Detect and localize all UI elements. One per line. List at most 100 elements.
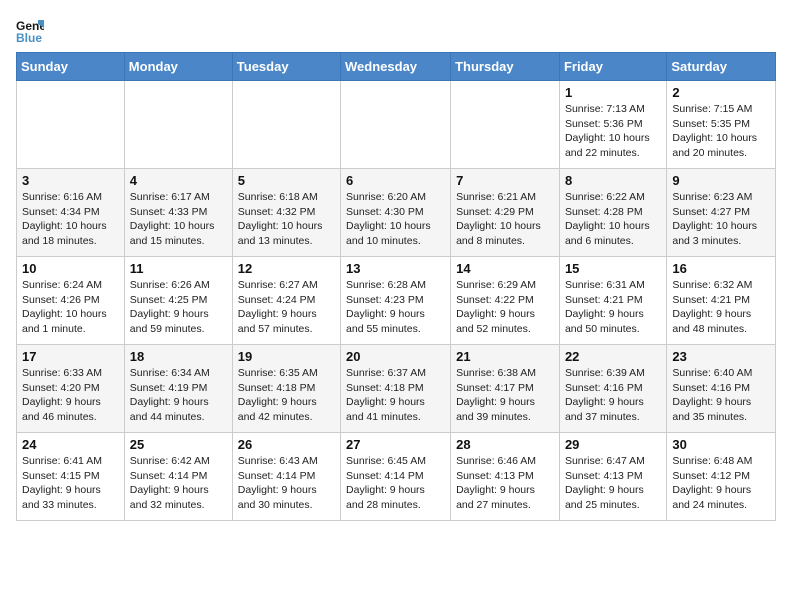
day-info: Sunrise: 6:29 AM Sunset: 4:22 PM Dayligh…: [456, 278, 554, 337]
day-number: 19: [238, 349, 335, 364]
logo: General Blue: [16, 16, 48, 44]
day-number: 5: [238, 173, 335, 188]
day-info: Sunrise: 6:42 AM Sunset: 4:14 PM Dayligh…: [130, 454, 227, 513]
day-info: Sunrise: 6:35 AM Sunset: 4:18 PM Dayligh…: [238, 366, 335, 425]
calendar-cell: 15 Sunrise: 6:31 AM Sunset: 4:21 PM Dayli…: [559, 257, 666, 345]
day-number: 12: [238, 261, 335, 276]
day-info: Sunrise: 6:37 AM Sunset: 4:18 PM Dayligh…: [346, 366, 445, 425]
calendar-table: SundayMondayTuesdayWednesdayThursdayFrid…: [16, 52, 776, 521]
calendar-cell: 4Sunrise: 6:17 AM Sunset: 4:33 PM Daylig…: [124, 169, 232, 257]
day-number: 26: [238, 437, 335, 452]
day-info: Sunrise: 6:17 AM Sunset: 4:33 PM Dayligh…: [130, 190, 227, 249]
calendar-week-row: 10 Sunrise: 6:24 AM Sunset: 4:26 PM Dayli…: [17, 257, 776, 345]
calendar-header: SundayMondayTuesdayWednesdayThursdayFrid…: [17, 53, 776, 81]
calendar-cell: 5 Sunrise: 6:18 AM Sunset: 4:32 PM Daylig…: [232, 169, 340, 257]
day-info: Sunrise: 6:31 AM Sunset: 4:21 PM Dayligh…: [565, 278, 661, 337]
calendar-cell: 24 Sunrise: 6:41 AM Sunset: 4:15 PM Dayli…: [17, 433, 125, 521]
day-number: 13: [346, 261, 445, 276]
calendar-cell: 13 Sunrise: 6:28 AM Sunset: 4:23 PM Dayli…: [341, 257, 451, 345]
calendar-cell: 22Sunrise: 6:39 AM Sunset: 4:16 PM Dayli…: [559, 345, 666, 433]
day-info: Sunrise: 6:43 AM Sunset: 4:14 PM Dayligh…: [238, 454, 335, 513]
day-info: Sunrise: 6:18 AM Sunset: 4:32 PM Dayligh…: [238, 190, 335, 249]
calendar-week-row: 17Sunrise: 6:33 AM Sunset: 4:20 PM Dayli…: [17, 345, 776, 433]
calendar-cell: [232, 81, 340, 169]
page-header: General Blue: [16, 16, 776, 44]
calendar-cell: 20Sunrise: 6:37 AM Sunset: 4:18 PM Dayli…: [341, 345, 451, 433]
calendar-cell: 14 Sunrise: 6:29 AM Sunset: 4:22 PM Dayli…: [451, 257, 560, 345]
day-info: Sunrise: 6:27 AM Sunset: 4:24 PM Dayligh…: [238, 278, 335, 337]
calendar-cell: 2Sunrise: 7:15 AM Sunset: 5:35 PM Daylig…: [667, 81, 776, 169]
weekday-header-friday: Friday: [559, 53, 666, 81]
day-info: Sunrise: 6:47 AM Sunset: 4:13 PM Dayligh…: [565, 454, 661, 513]
calendar-cell: 30 Sunrise: 6:48 AM Sunset: 4:12 PM Dayli…: [667, 433, 776, 521]
day-info: Sunrise: 6:46 AM Sunset: 4:13 PM Dayligh…: [456, 454, 554, 513]
weekday-header-row: SundayMondayTuesdayWednesdayThursdayFrid…: [17, 53, 776, 81]
weekday-header-sunday: Sunday: [17, 53, 125, 81]
day-number: 14: [456, 261, 554, 276]
day-number: 18: [130, 349, 227, 364]
day-number: 9: [672, 173, 770, 188]
calendar-week-row: 24 Sunrise: 6:41 AM Sunset: 4:15 PM Dayli…: [17, 433, 776, 521]
calendar-cell: [17, 81, 125, 169]
day-info: Sunrise: 6:32 AM Sunset: 4:21 PM Dayligh…: [672, 278, 770, 337]
calendar-cell: 21 Sunrise: 6:38 AM Sunset: 4:17 PM Dayli…: [451, 345, 560, 433]
day-number: 30: [672, 437, 770, 452]
day-info: Sunrise: 7:13 AM Sunset: 5:36 PM Dayligh…: [565, 102, 661, 161]
calendar-cell: 6 Sunrise: 6:20 AM Sunset: 4:30 PM Daylig…: [341, 169, 451, 257]
calendar-cell: 7 Sunrise: 6:21 AM Sunset: 4:29 PM Daylig…: [451, 169, 560, 257]
calendar-cell: 9 Sunrise: 6:23 AM Sunset: 4:27 PM Daylig…: [667, 169, 776, 257]
calendar-cell: 12 Sunrise: 6:27 AM Sunset: 4:24 PM Dayli…: [232, 257, 340, 345]
calendar-cell: 1 Sunrise: 7:13 AM Sunset: 5:36 PM Daylig…: [559, 81, 666, 169]
day-info: Sunrise: 6:24 AM Sunset: 4:26 PM Dayligh…: [22, 278, 119, 337]
day-number: 1: [565, 85, 661, 100]
day-number: 25: [130, 437, 227, 452]
day-number: 15: [565, 261, 661, 276]
day-number: 16: [672, 261, 770, 276]
day-number: 21: [456, 349, 554, 364]
day-info: Sunrise: 7:15 AM Sunset: 5:35 PM Dayligh…: [672, 102, 770, 161]
calendar-cell: [341, 81, 451, 169]
calendar-body: 1 Sunrise: 7:13 AM Sunset: 5:36 PM Daylig…: [17, 81, 776, 521]
calendar-cell: 16 Sunrise: 6:32 AM Sunset: 4:21 PM Dayli…: [667, 257, 776, 345]
logo-icon: General Blue: [16, 16, 44, 44]
day-info: Sunrise: 6:39 AM Sunset: 4:16 PM Dayligh…: [565, 366, 661, 425]
day-number: 11: [130, 261, 227, 276]
weekday-header-tuesday: Tuesday: [232, 53, 340, 81]
day-info: Sunrise: 6:20 AM Sunset: 4:30 PM Dayligh…: [346, 190, 445, 249]
calendar-cell: 18 Sunrise: 6:34 AM Sunset: 4:19 PM Dayli…: [124, 345, 232, 433]
weekday-header-wednesday: Wednesday: [341, 53, 451, 81]
weekday-header-saturday: Saturday: [667, 53, 776, 81]
day-info: Sunrise: 6:16 AM Sunset: 4:34 PM Dayligh…: [22, 190, 119, 249]
day-info: Sunrise: 6:22 AM Sunset: 4:28 PM Dayligh…: [565, 190, 661, 249]
day-number: 6: [346, 173, 445, 188]
calendar-cell: [124, 81, 232, 169]
calendar-week-row: 3 Sunrise: 6:16 AM Sunset: 4:34 PM Daylig…: [17, 169, 776, 257]
day-number: 7: [456, 173, 554, 188]
day-number: 27: [346, 437, 445, 452]
svg-text:Blue: Blue: [16, 31, 42, 44]
day-info: Sunrise: 6:26 AM Sunset: 4:25 PM Dayligh…: [130, 278, 227, 337]
day-info: Sunrise: 6:23 AM Sunset: 4:27 PM Dayligh…: [672, 190, 770, 249]
day-info: Sunrise: 6:21 AM Sunset: 4:29 PM Dayligh…: [456, 190, 554, 249]
day-number: 29: [565, 437, 661, 452]
weekday-header-monday: Monday: [124, 53, 232, 81]
day-number: 28: [456, 437, 554, 452]
calendar-cell: 25 Sunrise: 6:42 AM Sunset: 4:14 PM Dayli…: [124, 433, 232, 521]
calendar-cell: 23Sunrise: 6:40 AM Sunset: 4:16 PM Dayli…: [667, 345, 776, 433]
weekday-header-thursday: Thursday: [451, 53, 560, 81]
calendar-cell: 11 Sunrise: 6:26 AM Sunset: 4:25 PM Dayli…: [124, 257, 232, 345]
day-info: Sunrise: 6:34 AM Sunset: 4:19 PM Dayligh…: [130, 366, 227, 425]
calendar-cell: [451, 81, 560, 169]
day-info: Sunrise: 6:41 AM Sunset: 4:15 PM Dayligh…: [22, 454, 119, 513]
calendar-week-row: 1 Sunrise: 7:13 AM Sunset: 5:36 PM Daylig…: [17, 81, 776, 169]
calendar-cell: 19 Sunrise: 6:35 AM Sunset: 4:18 PM Dayli…: [232, 345, 340, 433]
calendar-cell: 26 Sunrise: 6:43 AM Sunset: 4:14 PM Dayli…: [232, 433, 340, 521]
calendar-cell: 10 Sunrise: 6:24 AM Sunset: 4:26 PM Dayli…: [17, 257, 125, 345]
day-number: 3: [22, 173, 119, 188]
calendar-cell: 27Sunrise: 6:45 AM Sunset: 4:14 PM Dayli…: [341, 433, 451, 521]
day-info: Sunrise: 6:38 AM Sunset: 4:17 PM Dayligh…: [456, 366, 554, 425]
day-number: 10: [22, 261, 119, 276]
day-number: 24: [22, 437, 119, 452]
day-info: Sunrise: 6:28 AM Sunset: 4:23 PM Dayligh…: [346, 278, 445, 337]
day-info: Sunrise: 6:48 AM Sunset: 4:12 PM Dayligh…: [672, 454, 770, 513]
